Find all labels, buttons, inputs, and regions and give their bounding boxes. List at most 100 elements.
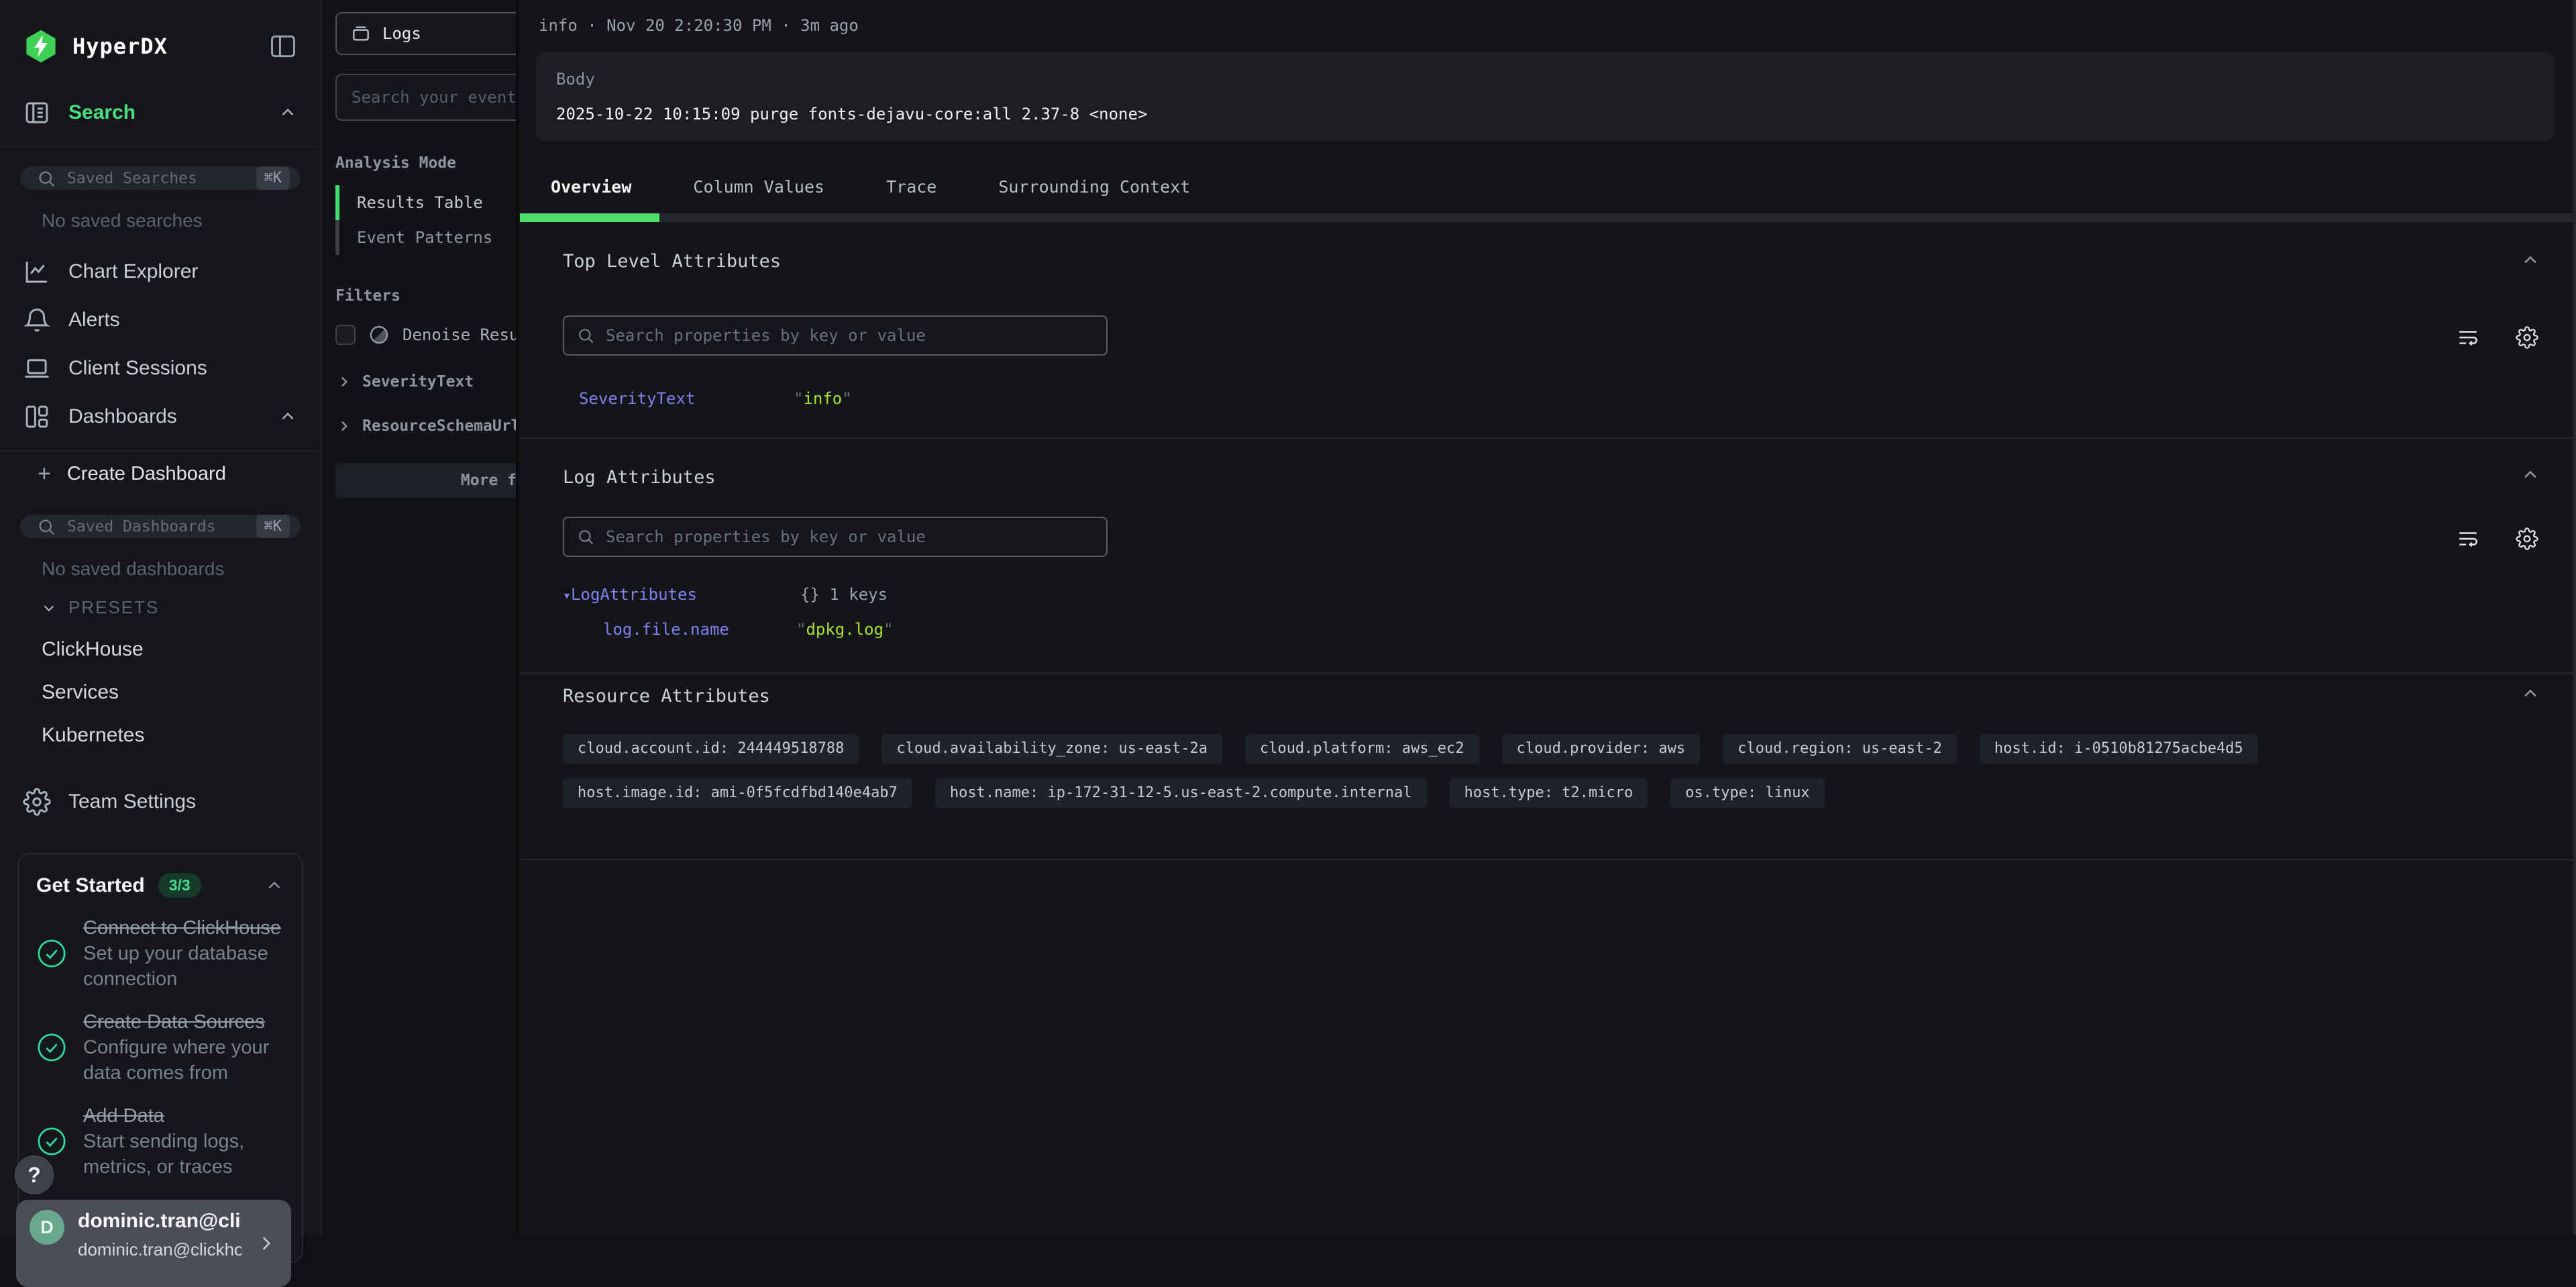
plus-icon: + (38, 462, 51, 485)
get-started-progress-badge: 3/3 (158, 873, 201, 898)
tree-root-row[interactable]: ▾LogAttributes (563, 585, 697, 604)
gear-icon[interactable] (2516, 527, 2538, 550)
resource-chip[interactable]: cloud.region: us-east-2 (1723, 734, 1957, 764)
sidebar-item-chart-explorer[interactable]: Chart Explorer (0, 248, 321, 296)
chevron-up-icon[interactable] (278, 103, 298, 123)
resource-chip[interactable]: cloud.availability_zone: us-east-2a (881, 734, 1222, 764)
sidebar-collapse-icon[interactable] (268, 32, 298, 61)
attribute-value[interactable]: "info" (794, 389, 852, 408)
wrap-lines-icon[interactable] (2457, 527, 2479, 550)
top-level-actions (2457, 326, 2538, 349)
filter-group-severitytext[interactable]: SeverityText (335, 373, 516, 391)
tab-trace[interactable]: Trace (886, 177, 936, 197)
step-desc: Start sending logs, metrics, or traces (83, 1129, 284, 1180)
logo-row: HyperDX (0, 0, 321, 89)
logs-source-icon (350, 23, 372, 44)
user-email: dominic.tran@clickho... (78, 1239, 241, 1260)
sidebar-item-label: Client Sessions (68, 357, 207, 380)
collapse-section-icon[interactable] (2520, 683, 2541, 705)
get-started-step-sources[interactable]: Create Data Sources Configure where your… (36, 1009, 284, 1086)
saved-searches-placeholder: Saved Searches (67, 170, 246, 187)
sidebar-item-client-sessions[interactable]: Client Sessions (0, 344, 321, 393)
divider (0, 146, 321, 148)
filter-group-resourceschemaurl[interactable]: ResourceSchemaUrl (335, 417, 516, 435)
denoise-label: Denoise Results (402, 325, 518, 344)
divider (520, 672, 2573, 674)
tab-overview[interactable]: Overview (551, 177, 631, 197)
get-started-header[interactable]: Get Started 3/3 (36, 873, 284, 898)
resource-chip[interactable]: host.id: i-0510b81275acbe4d5 (1980, 734, 2258, 764)
divider (520, 859, 2573, 860)
sidebar-item-dashboards[interactable]: Dashboards (0, 393, 321, 441)
log-attributes-actions (2457, 527, 2538, 550)
chevron-up-icon[interactable] (264, 876, 284, 896)
denoise-checkbox[interactable] (335, 325, 356, 345)
resource-chip[interactable]: cloud.provider: aws (1502, 734, 1701, 764)
gear-icon[interactable] (2516, 326, 2538, 349)
resource-chip-row: host.image.id: ami-0f5fcdfbd140e4ab7 hos… (563, 778, 1825, 808)
tab-column-values[interactable]: Column Values (693, 177, 824, 197)
more-filters-button[interactable]: More filters (335, 463, 518, 498)
help-button[interactable]: ? (15, 1155, 54, 1194)
denoise-results-row[interactable]: Denoise Results (335, 323, 516, 346)
bell-icon (23, 306, 51, 334)
gear-icon (23, 788, 51, 816)
analysis-mode-list: Results Table Event Patterns (335, 185, 516, 255)
sidebar: HyperDX Search Saved Searches ⌘K No save… (0, 0, 322, 1235)
mode-results-table[interactable]: Results Table (335, 185, 516, 220)
top-level-search-input[interactable]: Search properties by key or value (563, 315, 1108, 356)
wrap-lines-icon[interactable] (2457, 326, 2479, 349)
user-menu[interactable]: D dominic.tran@clic... dominic.tran@clic… (16, 1200, 291, 1287)
resource-chip[interactable]: host.type: t2.micro (1450, 778, 1648, 808)
source-selector-button[interactable]: Logs (335, 12, 518, 55)
detail-tabs: Overview Column Values Trace Surrounding… (520, 177, 2573, 197)
collapse-section-icon[interactable] (2520, 464, 2541, 486)
get-started-step-add-data[interactable]: Add Data Start sending logs, metrics, or… (36, 1103, 284, 1180)
source-selector-label: Logs (382, 24, 421, 43)
body-text[interactable]: 2025-10-22 10:15:09 purge fonts-dejavu-c… (556, 105, 2534, 123)
step-title: Connect to ClickHouse (83, 915, 284, 941)
preset-services[interactable]: Services (42, 681, 321, 704)
resource-chip[interactable]: cloud.account.id: 244449518788 (563, 734, 859, 764)
section-title-top-level: Top Level Attributes (563, 251, 781, 272)
presets-toggle[interactable]: PRESETS (40, 597, 321, 618)
chevron-up-icon[interactable] (278, 407, 298, 427)
search-placeholder: Search properties by key or value (606, 527, 926, 546)
get-started-step-connect[interactable]: Connect to ClickHouse Set up your databa… (36, 915, 284, 992)
preset-kubernetes[interactable]: Kubernetes (42, 724, 321, 747)
log-attributes-search-input[interactable]: Search properties by key or value (563, 517, 1108, 557)
saved-dashboards-input[interactable]: Saved Dashboards ⌘K (20, 515, 301, 538)
resource-chip[interactable]: host.image.id: ami-0f5fcdfbd140e4ab7 (563, 778, 912, 808)
sidebar-item-alerts[interactable]: Alerts (0, 296, 321, 344)
event-search-input[interactable]: Search your event (335, 74, 518, 121)
preset-clickhouse[interactable]: ClickHouse (42, 638, 321, 661)
app-title: HyperDX (72, 34, 255, 59)
attribute-value[interactable]: "dpkg.log" (796, 620, 894, 639)
tab-underline-track (520, 213, 2573, 222)
active-tab-underline (520, 213, 659, 222)
collapse-section-icon[interactable] (2520, 250, 2541, 271)
resource-chip[interactable]: os.type: linux (1670, 778, 1824, 808)
sidebar-item-team-settings[interactable]: Team Settings (0, 778, 321, 826)
resource-chip[interactable]: cloud.platform: aws_ec2 (1245, 734, 1479, 764)
mode-event-patterns[interactable]: Event Patterns (335, 220, 516, 255)
sidebar-item-label: Alerts (68, 309, 120, 331)
search-icon (576, 527, 595, 546)
search-placeholder: Search properties by key or value (606, 326, 926, 345)
attribute-key[interactable]: SeverityText (579, 389, 695, 408)
line-chart-icon (23, 258, 51, 286)
search-icon (36, 168, 56, 189)
search-list-icon (23, 99, 51, 127)
create-dashboard-button[interactable]: + Create Dashboard (0, 452, 321, 496)
tab-surrounding-context[interactable]: Surrounding Context (998, 177, 1190, 197)
tree-expand-toggle[interactable]: ▾ (563, 587, 571, 603)
chevron-right-icon (335, 373, 353, 391)
user-name: dominic.tran@clic... (78, 1210, 241, 1233)
saved-searches-input[interactable]: Saved Searches ⌘K (20, 166, 301, 190)
sidebar-item-label: Chart Explorer (68, 260, 198, 283)
attribute-key[interactable]: log.file.name (603, 620, 729, 639)
sidebar-item-search[interactable]: Search (0, 89, 321, 137)
resource-chip[interactable]: host.name: ip-172-31-12-5.us-east-2.comp… (935, 778, 1427, 808)
shortcut-badge: ⌘K (256, 166, 290, 190)
presets-label: PRESETS (68, 597, 159, 618)
